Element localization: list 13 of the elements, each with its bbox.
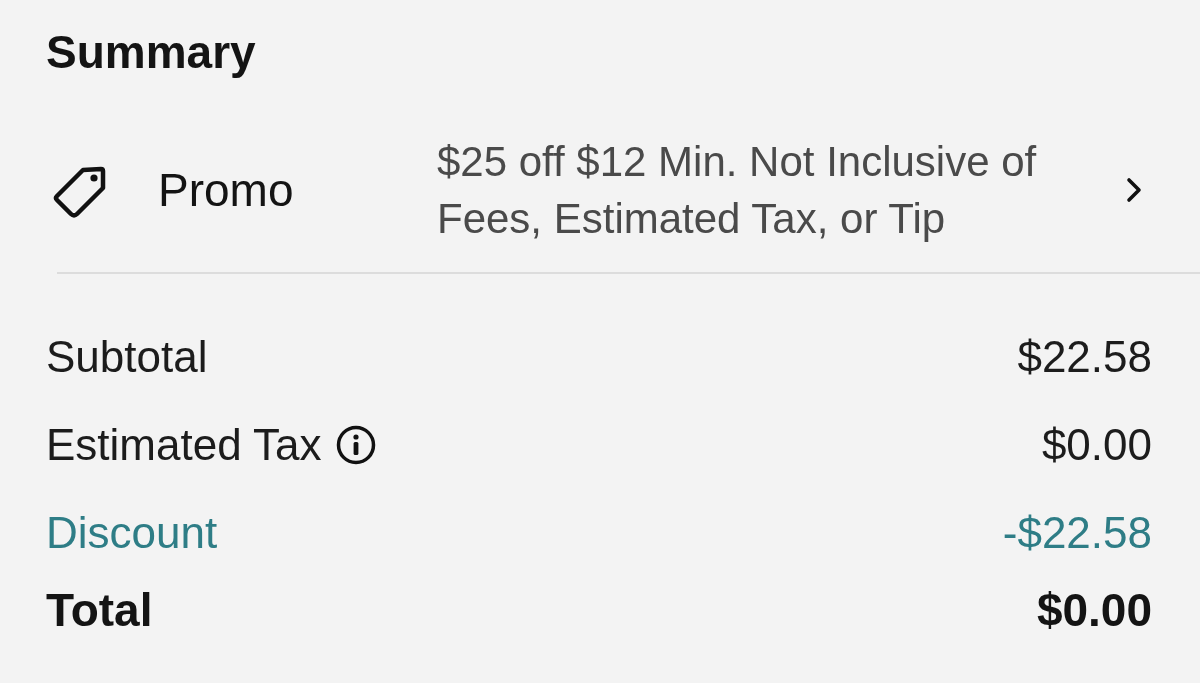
summary-title: Summary (46, 25, 256, 80)
line-label: Total (46, 584, 153, 636)
promo-description: $25 off $12 Min. Not Inclusive of Fees, Estimated Tax, or Tip (437, 137, 1038, 244)
line-label: Subtotal (46, 331, 208, 383)
info-icon[interactable] (335, 425, 376, 465)
line-amount: $0.00 (1041, 419, 1152, 471)
line-amount: $0.00 (1036, 584, 1152, 636)
chevron-right-icon[interactable] (1126, 177, 1142, 203)
promo-label: Promo (158, 163, 295, 218)
line-amount: -$22.58 (1002, 507, 1152, 559)
line-label: Estimated Tax (46, 419, 322, 471)
line-amount: $22.58 (1017, 331, 1152, 383)
line-label: Discount (46, 507, 218, 559)
